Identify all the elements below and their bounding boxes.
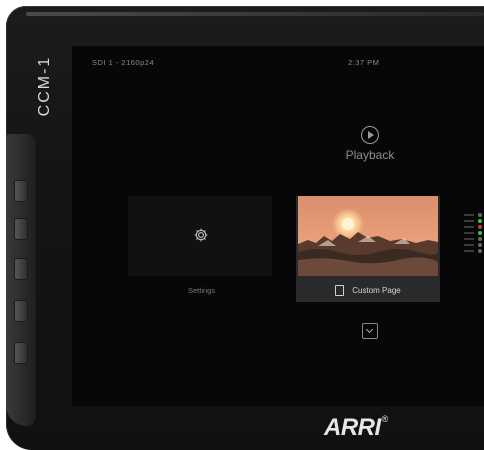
side-button-5[interactable] (14, 342, 28, 364)
side-button-rail (6, 134, 36, 426)
clock: 2:37 PM (348, 58, 380, 67)
custom-page-tile[interactable]: Custom Page (296, 196, 440, 302)
custom-page-label: Custom Page (352, 285, 401, 295)
chevron-down-icon[interactable] (362, 323, 378, 339)
registered-mark: ® (381, 414, 389, 424)
device-brand-label: CCM-1 (30, 55, 60, 117)
side-button-2[interactable] (14, 218, 28, 240)
settings-label: Settings (188, 286, 216, 295)
side-button-4[interactable] (14, 300, 28, 322)
gear-icon (194, 228, 208, 242)
custom-page-thumbnail (298, 196, 438, 276)
playback-button[interactable]: Playback (340, 126, 400, 162)
device-model-text: CCM-1 (36, 55, 53, 117)
page-icon (335, 284, 345, 296)
settings-tile[interactable] (128, 196, 272, 276)
audio-level-indicators (464, 213, 484, 260)
play-circle-icon (361, 126, 379, 144)
side-button-1[interactable] (14, 180, 28, 202)
top-edge-highlight (26, 12, 484, 16)
side-button-3[interactable] (14, 258, 28, 280)
custom-page-bar: Custom Page (296, 278, 440, 302)
signal-status: SDI 1 - 2160p24 (92, 58, 155, 67)
playback-label: Playback (345, 148, 395, 162)
arri-logo: ARRI® (324, 414, 388, 442)
logo-text: ARRI (324, 414, 381, 441)
